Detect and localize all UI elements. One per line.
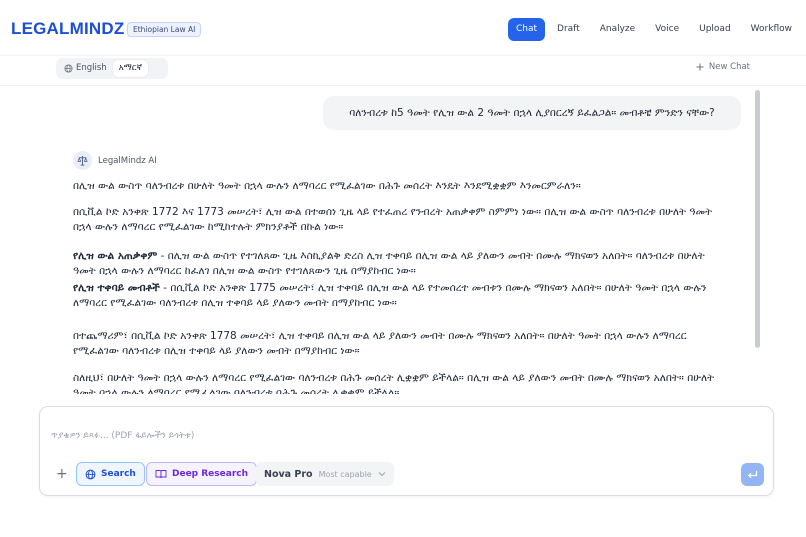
attach-plus-icon[interactable]: + [56, 467, 68, 481]
nav-chat[interactable]: Chat [507, 18, 546, 41]
message-input[interactable]: ጥያቄዎን ይጻፉ... (PDF ፋይሎችን ይጎትቱ) [51, 431, 194, 441]
plus-icon [696, 63, 704, 71]
send-button[interactable] [741, 463, 764, 486]
app-root: LEGALMINDZ Ethiopian Law AI Chat Draft A… [0, 0, 806, 537]
chevron-down-icon [378, 472, 386, 477]
deep-research-button[interactable]: Deep Research [146, 462, 258, 486]
return-arrow-icon [747, 470, 758, 478]
language-toggle: English አማርኛ [56, 58, 168, 79]
nav-workflow[interactable]: Workflow [743, 18, 800, 41]
model-name: Nova Pro [264, 468, 313, 480]
globe-icon [85, 469, 96, 479]
ai-paragraph: ስለዚህ፣ በሁለት ዓመት በኋላ ውሉን ለማባረር የሚፈልገው ባለንብ… [73, 371, 723, 394]
globe-icon [64, 64, 73, 73]
nav-analyze[interactable]: Analyze [592, 18, 643, 41]
chat-scrollbar[interactable] [755, 90, 760, 348]
ai-paragraph: የሊዝ ውል አጠቃቀም - በሊዝ ውል ውስጥ የተገለጸው ጊዜ እስኪያ… [73, 249, 723, 279]
chat-area[interactable]: ባለንብረቱ ከ5 ዓመት የሊዝ ውል 2 ዓመት በኋላ ሊያበርረኝ ይፈ… [0, 87, 806, 394]
ai-paragraph: የሊዝ ተቀባይ መብቶች - በሲቪል ኮድ አንቀጽ 1775 መሠረት፣ … [73, 281, 723, 311]
new-chat-button[interactable]: New Chat [696, 62, 750, 72]
nav-draft[interactable]: Draft [549, 18, 588, 41]
main-nav: Chat Draft Analyze Voice Upload Workflow [507, 18, 800, 41]
scale-icon [77, 155, 88, 166]
ai-paragraph: በሲቪል ኮድ አንቀጽ 1772 እና 1773 መሠረት፣ ሊዝ ውል በተ… [73, 205, 723, 235]
model-selector[interactable]: Nova Pro Most capable [256, 462, 394, 486]
ai-paragraph-text: ስለዚህ፣ በሁለት ዓመት በኋላ ውሉን ለማባረር የሚፈልገው ባለንብ… [73, 372, 715, 394]
logo[interactable]: LEGALMINDZ [11, 19, 124, 39]
ai-message-header: LegalMindz AI [73, 151, 157, 170]
top-header: LEGALMINDZ Ethiopian Law AI Chat Draft A… [0, 0, 806, 56]
ai-paragraph: በሊዝ ውል ውስጥ ባለንብረቱ በሁለት ዓመት በኋላ ውሉን ለማባረር… [73, 179, 723, 194]
language-bar: English አማርኛ New Chat [0, 56, 806, 86]
deep-research-label: Deep Research [172, 469, 249, 479]
nav-voice[interactable]: Voice [647, 18, 687, 41]
search-toggle-button[interactable]: Search [76, 462, 145, 486]
model-description: Most capable [318, 469, 372, 479]
ai-paragraph-text: - በሊዝ ውል ውስጥ የተገለጸው ጊዜ እስኪያልቅ ድረስ ሊዝ ተቀባ… [73, 250, 705, 277]
lang-english-button[interactable]: English [58, 60, 113, 77]
ai-paragraph-text: - በሲቪል ኮድ አንቀጽ 1775 መሠረት፣ ሊዝ ተቀባይ በሊዝ ውል… [73, 282, 707, 309]
ai-paragraph-heading: የሊዝ ተቀባይ መብቶች [73, 282, 160, 294]
ai-paragraph-heading: የሊዝ ውል አጠቃቀም [73, 250, 158, 262]
nav-upload[interactable]: Upload [691, 18, 739, 41]
ai-paragraph-text: በተጨማሪም፣ በሲቪል ኮድ አንቀጽ 1778 መሠረት፣ ሊዝ ተቀባይ … [73, 330, 687, 357]
product-badge: Ethiopian Law AI [127, 22, 202, 37]
lang-english-label: English [76, 63, 107, 73]
ai-avatar [73, 151, 92, 170]
ai-paragraph-text: በሊዝ ውል ውስጥ ባለንብረቱ በሁለት ዓመት በኋላ ውሉን ለማባረር… [73, 180, 581, 192]
message-composer: ጥያቄዎን ይጻፉ... (PDF ፋይሎችን ይጎትቱ) + Search D… [39, 406, 774, 496]
lang-amharic-label: አማርኛ [118, 63, 142, 73]
search-toggle-label: Search [101, 469, 136, 479]
book-icon [155, 470, 167, 479]
ai-message-body: በሊዝ ውል ውስጥ ባለንብረቱ በሁለት ዓመት በኋላ ውሉን ለማባረር… [73, 179, 723, 394]
lang-amharic-button[interactable]: አማርኛ [112, 60, 148, 77]
ai-paragraph: በተጨማሪም፣ በሲቪል ኮድ አንቀጽ 1778 መሠረት፣ ሊዝ ተቀባይ … [73, 329, 723, 359]
ai-paragraph-text: በሲቪል ኮድ አንቀጽ 1772 እና 1773 መሠረት፣ ሊዝ ውል በተ… [73, 206, 713, 233]
user-message: ባለንብረቱ ከ5 ዓመት የሊዝ ውል 2 ዓመት በኋላ ሊያበርረኝ ይፈ… [323, 96, 741, 130]
new-chat-label: New Chat [708, 62, 750, 72]
ai-name: LegalMindz AI [98, 155, 157, 166]
